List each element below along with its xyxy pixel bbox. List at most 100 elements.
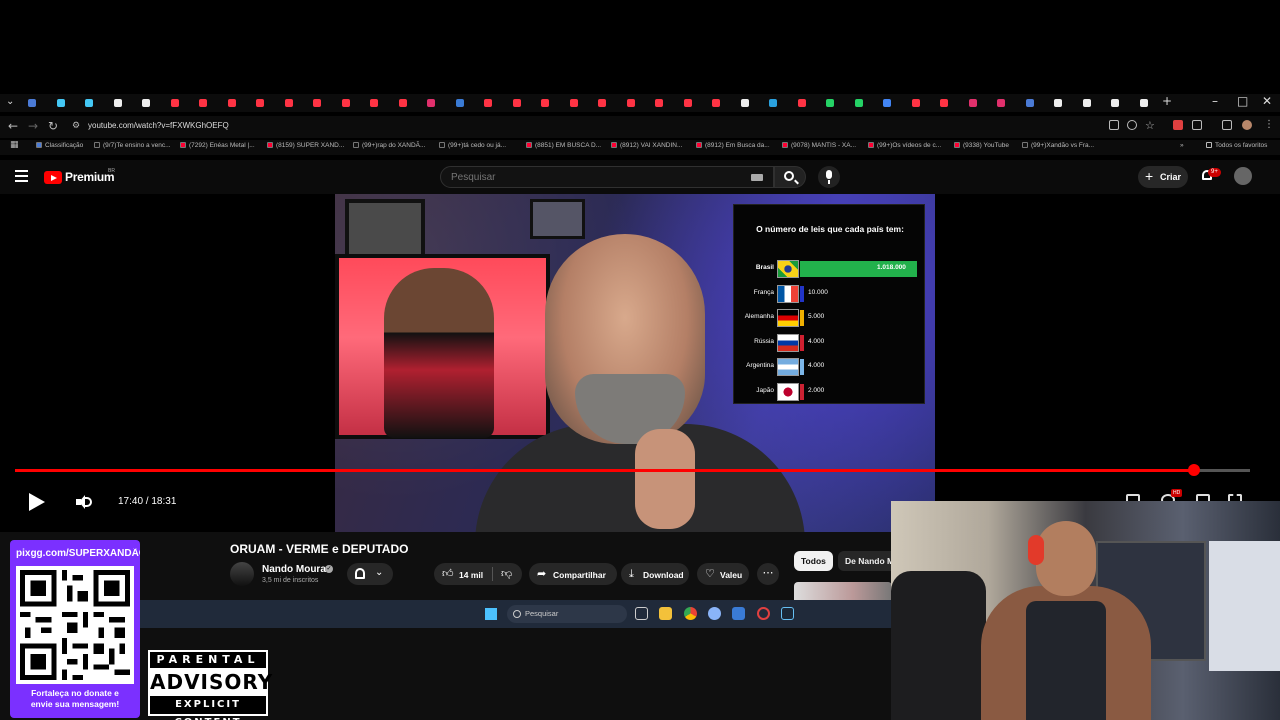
reload-icon[interactable]: ↻ <box>48 119 58 133</box>
bookmark-item[interactable]: (8912) VAI XANDIN... <box>611 142 682 149</box>
dislike-button[interactable]: 👎︎ <box>494 563 522 585</box>
browser-tab[interactable] <box>712 99 720 107</box>
channel-avatar[interactable] <box>230 562 254 586</box>
site-info-icon[interactable]: ⚙ <box>72 121 80 131</box>
youtube-logo-icon[interactable] <box>44 171 62 184</box>
browser-tab[interactable] <box>1111 99 1119 107</box>
browser-tab[interactable] <box>170 99 179 107</box>
close-window-button[interactable]: ✕ <box>1262 94 1272 108</box>
browser-tab[interactable] <box>655 99 663 107</box>
video-frame[interactable]: O número de leis que cada país tem: Bras… <box>335 194 935 532</box>
progress-bar[interactable] <box>15 469 1250 472</box>
apps-grid-icon[interactable]: ▦ <box>10 140 19 150</box>
play-icon[interactable] <box>29 493 45 511</box>
file-explorer-icon[interactable] <box>659 607 672 620</box>
browser-tab[interactable] <box>797 99 806 107</box>
browser-tab[interactable] <box>826 99 834 107</box>
recommended-video-thumbnail[interactable] <box>794 582 892 600</box>
steam-icon[interactable] <box>781 607 794 620</box>
bookmark-item[interactable]: (99+)Os vídeos de c... <box>868 142 941 149</box>
bookmark-item[interactable]: (8912) Em Busca da... <box>696 142 770 149</box>
browser-tab[interactable] <box>113 99 122 107</box>
extension-icon-red[interactable] <box>1173 120 1183 130</box>
puzzle-icon[interactable] <box>1222 120 1232 130</box>
more-actions-icon[interactable]: ⋯ <box>757 563 779 585</box>
taskbar-search[interactable]: Pesquisar <box>507 605 627 623</box>
browser-tab[interactable] <box>484 99 492 107</box>
bookmark-item[interactable]: (8851) EM BUSCA D... <box>526 142 601 149</box>
browser-tab[interactable] <box>740 99 749 107</box>
browser-tab[interactable] <box>683 99 692 107</box>
task-view-icon[interactable] <box>635 607 648 620</box>
menu-kebab-icon[interactable]: ⋮ <box>1264 119 1274 130</box>
search-button[interactable] <box>774 166 806 188</box>
browser-tab[interactable] <box>455 99 464 107</box>
browser-tab[interactable] <box>341 99 350 107</box>
menu-icon[interactable] <box>15 170 28 182</box>
browser-tab[interactable] <box>370 99 378 107</box>
url-field[interactable]: youtube.com/watch?v=fFXWKGhOEFQ <box>88 121 229 130</box>
subscribed-notifications-button[interactable]: ⌄ <box>347 563 393 585</box>
all-favorites-link[interactable]: Todos os favoritos <box>1206 142 1267 149</box>
bookmark-item[interactable]: (7292) Enéas Metal |... <box>180 142 255 149</box>
install-icon[interactable] <box>1109 120 1119 130</box>
chip-all[interactable]: Todos <box>794 551 833 571</box>
keyboard-icon[interactable] <box>751 174 763 181</box>
profile-icon[interactable] <box>1242 120 1252 130</box>
browser-tab[interactable] <box>427 99 435 107</box>
thanks-button[interactable]: ♡ Valeu <box>697 563 749 585</box>
channel-name[interactable]: Nando Moura <box>262 564 326 575</box>
browser-tab[interactable] <box>997 99 1005 107</box>
back-icon[interactable]: ← <box>8 119 18 133</box>
browser-tab[interactable] <box>883 99 891 107</box>
browser-tab[interactable] <box>854 99 863 107</box>
browser-tab[interactable] <box>256 99 264 107</box>
bookmark-item[interactable]: Classificação <box>36 142 83 149</box>
browser-tab[interactable] <box>56 99 65 107</box>
youtube-premium-label[interactable]: Premium <box>65 170 115 184</box>
browser-tab[interactable] <box>940 99 948 107</box>
video-player[interactable]: O número de leis que cada país tem: Bras… <box>0 194 1280 532</box>
create-button[interactable]: + Criar <box>1138 166 1188 188</box>
browser-tab[interactable] <box>968 99 977 107</box>
new-tab-button[interactable]: + <box>1162 94 1172 108</box>
browser-tab[interactable] <box>911 99 920 107</box>
tab-search-icon[interactable]: ⌄ <box>6 96 14 107</box>
browser-tab[interactable] <box>85 99 93 107</box>
browser-tab[interactable] <box>28 99 36 107</box>
bookmarks-overflow-icon[interactable]: » <box>1180 142 1184 149</box>
windows-start-icon[interactable] <box>485 608 497 620</box>
browser-tab[interactable] <box>142 99 150 107</box>
like-button[interactable]: 👍︎ 14 mil <box>434 563 492 585</box>
chrome-icon[interactable] <box>684 607 697 620</box>
bookmark-item[interactable]: (9/7)Te ensino a venc... <box>94 142 171 149</box>
minimize-button[interactable]: – <box>1212 94 1218 108</box>
browser-tab[interactable] <box>541 99 549 107</box>
bookmark-item[interactable]: (9338) YouTube <box>954 142 1009 149</box>
bookmark-star-icon[interactable]: ☆ <box>1145 119 1155 132</box>
download-button[interactable]: ⤓ Download <box>621 563 689 585</box>
browser-tab[interactable] <box>598 99 606 107</box>
browser-tab[interactable] <box>1025 99 1034 107</box>
volume-icon[interactable] <box>76 495 92 509</box>
bookmark-item[interactable]: (99+)tá cedo ou já... <box>439 142 506 149</box>
browser-tab[interactable] <box>569 99 578 107</box>
settings-gear-icon[interactable] <box>708 607 721 620</box>
browser-tab[interactable] <box>199 99 207 107</box>
account-avatar[interactable] <box>1234 167 1252 185</box>
browser-tab[interactable] <box>284 99 293 107</box>
browser-tab[interactable] <box>313 99 321 107</box>
browser-tab[interactable] <box>512 99 521 107</box>
search-input[interactable] <box>451 172 731 183</box>
forward-icon[interactable]: → <box>28 119 38 133</box>
bookmark-item[interactable]: (99+)rap do XANDÃ... <box>353 142 425 149</box>
browser-tab[interactable] <box>1139 99 1148 107</box>
browser-tab[interactable] <box>398 99 407 107</box>
browser-tab[interactable] <box>227 99 236 107</box>
browser-tab[interactable] <box>626 99 635 107</box>
bookmark-item[interactable]: (8159) SUPER XAND... <box>267 142 344 149</box>
zoom-icon[interactable] <box>1127 120 1137 130</box>
search-box[interactable] <box>440 166 774 188</box>
browser-tab[interactable] <box>1054 99 1062 107</box>
bookmark-item[interactable]: (9078) MANTIS - XA... <box>782 142 856 149</box>
